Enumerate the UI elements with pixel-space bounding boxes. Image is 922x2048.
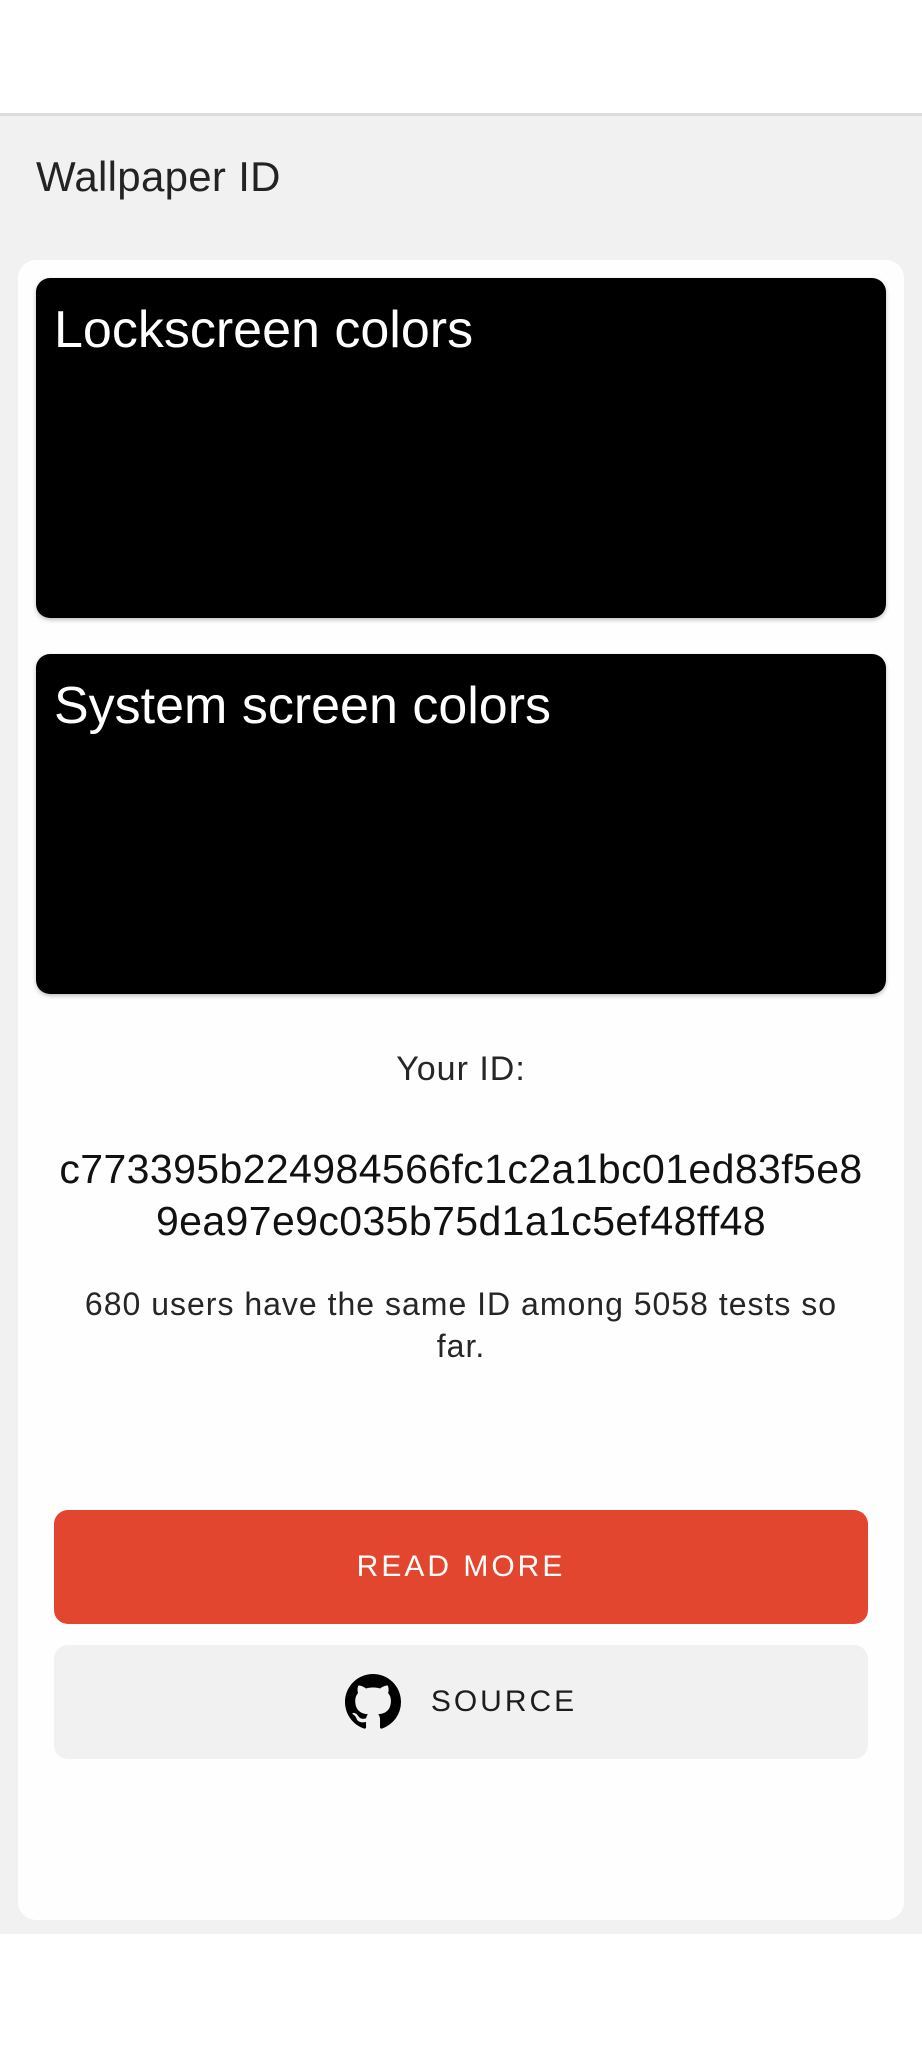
- id-label: Your ID:: [396, 1050, 526, 1088]
- system-screen-colors-title: System screen colors: [54, 677, 552, 735]
- page-title: Wallpaper ID: [36, 153, 281, 200]
- read-more-label: READ MORE: [356, 1550, 566, 1583]
- source-label: SOURCE: [430, 1685, 578, 1718]
- github-icon: [344, 1674, 401, 1730]
- lockscreen-colors-title: Lockscreen colors: [54, 301, 474, 359]
- lockscreen-colors-panel: Lockscreen colors: [36, 278, 886, 618]
- id-stats-text: 680 users have the same ID among 5058 te…: [84, 1286, 838, 1364]
- read-more-button[interactable]: READ MORE: [54, 1510, 868, 1624]
- status-bar-area: [0, 0, 922, 113]
- bottom-area: [0, 1934, 922, 2048]
- page-background: Wallpaper ID Lockscreen colors System sc…: [0, 116, 922, 1934]
- system-screen-colors-panel: System screen colors: [36, 654, 886, 994]
- main-card: Lockscreen colors System screen colors Y…: [18, 260, 904, 1920]
- id-value: c773395b224984566fc1c2a1bc01ed83f5e89ea9…: [59, 1146, 863, 1244]
- source-button[interactable]: SOURCE: [54, 1645, 868, 1759]
